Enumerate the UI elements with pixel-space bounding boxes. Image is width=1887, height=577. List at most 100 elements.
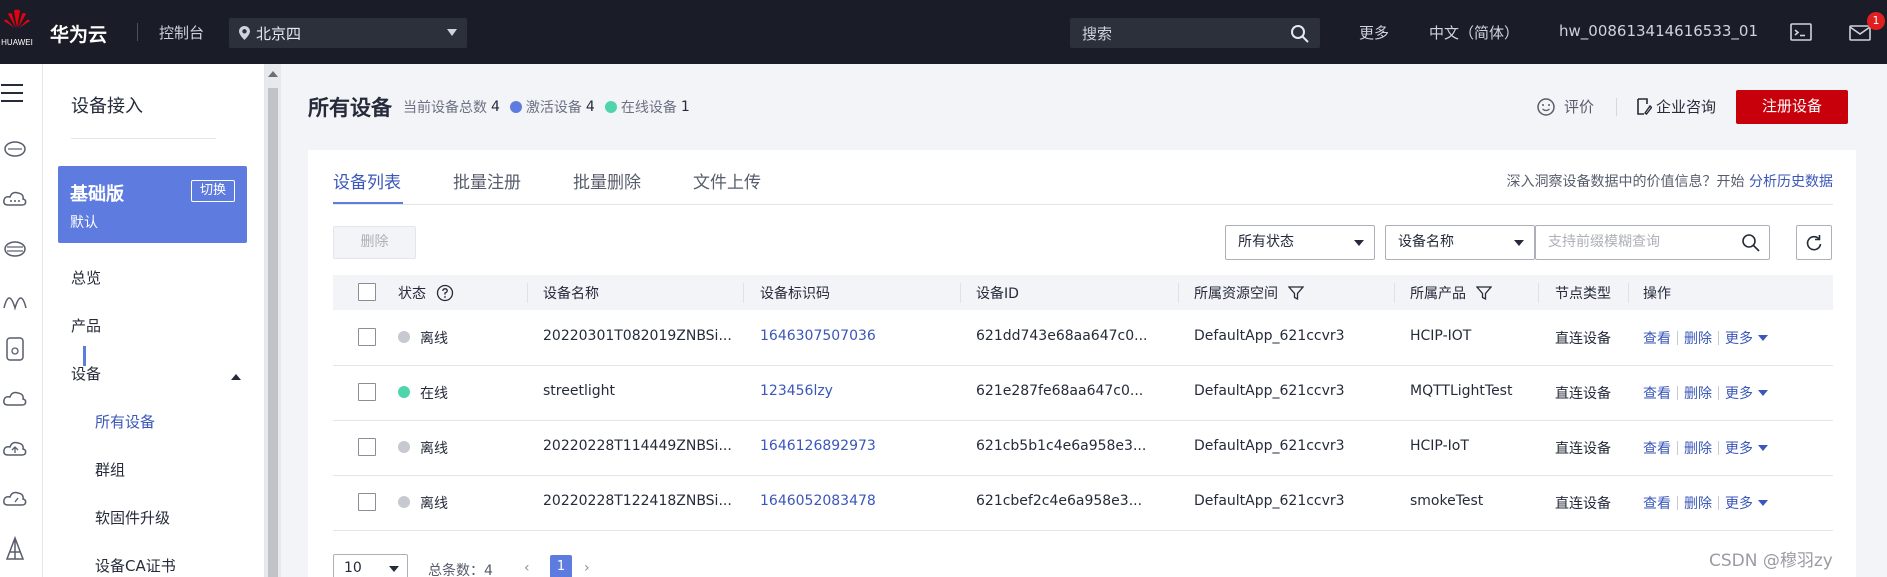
region-selector[interactable]: 北京四 (229, 18, 467, 48)
filter-icon[interactable] (1288, 285, 1304, 301)
sidebar-item-ca-cert[interactable]: 设备CA证书 (95, 555, 176, 576)
column-divider (1394, 283, 1395, 303)
more-link[interactable]: 更多 (1725, 383, 1753, 403)
chevron-left-icon[interactable]: ‹ (524, 560, 530, 576)
delete-link[interactable]: 删除 (1684, 438, 1712, 458)
sidebar-title: 设备接入 (71, 96, 143, 117)
cloud-gauge-icon[interactable] (2, 486, 28, 512)
search-icon[interactable] (1290, 24, 1310, 44)
register-device-button[interactable]: 注册设备 (1736, 90, 1848, 124)
tab-device-list[interactable]: 设备列表 (333, 168, 401, 193)
account-menu[interactable]: hw_008613414616533_01 (1559, 22, 1758, 40)
page-size-value: 10 (344, 560, 362, 576)
chevron-right-icon[interactable]: › (584, 560, 590, 576)
console-link[interactable]: 控制台 (159, 22, 204, 43)
watermark: CSDN @穆羽zy (1709, 551, 1833, 571)
action-divider (1677, 331, 1678, 345)
delete-link[interactable]: 删除 (1684, 383, 1712, 403)
chevron-down-icon[interactable] (1758, 390, 1768, 396)
chevron-up-icon[interactable] (231, 374, 241, 380)
row-checkbox[interactable] (358, 383, 376, 401)
chevron-down-icon[interactable] (1758, 445, 1768, 451)
cloud-server-icon[interactable] (2, 136, 28, 162)
search-icon[interactable] (1741, 233, 1761, 253)
product-name: smokeTest (1410, 493, 1484, 509)
row-checkbox[interactable] (358, 493, 376, 511)
filter-icon[interactable] (1476, 285, 1492, 301)
device-search-input[interactable]: 支持前缀模糊查询 (1535, 225, 1770, 260)
consult-button[interactable]: 企业咨询 (1636, 96, 1716, 117)
tab-batch-delete[interactable]: 批量删除 (573, 168, 641, 193)
view-link[interactable]: 查看 (1643, 328, 1671, 348)
plan-switch-button[interactable]: 切换 (190, 180, 235, 202)
more-menu[interactable]: 更多 (1359, 22, 1389, 43)
page-size-select[interactable]: 10 (333, 554, 408, 577)
chevron-down-icon[interactable] (1758, 335, 1768, 341)
more-link[interactable]: 更多 (1725, 493, 1753, 513)
location-pin-icon (239, 26, 250, 40)
status-filter-select[interactable]: 所有状态 (1225, 225, 1375, 260)
status-dot-icon (398, 386, 410, 398)
bridge-icon[interactable] (2, 286, 28, 312)
sidebar-item-firmware[interactable]: 软固件升级 (95, 507, 170, 528)
help-icon[interactable] (436, 284, 454, 302)
more-link[interactable]: 更多 (1725, 438, 1753, 458)
tab-divider (333, 204, 1833, 205)
sidebar-item-devices[interactable]: 设备 (71, 363, 101, 384)
brand-name[interactable]: 华为云 (50, 20, 107, 47)
column-header-label: 状态 (398, 286, 426, 302)
sidebar-item-overview[interactable]: 总览 (71, 267, 101, 288)
delete-link[interactable]: 删除 (1684, 493, 1712, 513)
column-header-name: 设备名称 (543, 283, 599, 303)
view-link[interactable]: 查看 (1643, 493, 1671, 513)
device-status: 离线 (420, 496, 448, 512)
device-identifier-link[interactable]: 123456lzy (760, 383, 833, 399)
language-selector[interactable]: 中文（简体） (1429, 22, 1519, 43)
analyze-history-link[interactable]: 分析历史数据 (1749, 174, 1833, 190)
view-link[interactable]: 查看 (1643, 438, 1671, 458)
field-filter-select[interactable]: 设备名称 (1385, 225, 1535, 260)
device-identifier-link[interactable]: 1646307507036 (760, 328, 876, 344)
device-status: 离线 (420, 331, 448, 347)
online-devices-value: 1 (680, 99, 690, 115)
device-identifier-link[interactable]: 1646126892973 (760, 438, 876, 454)
device-id: 621dd743e68aa647c0... (976, 328, 1148, 344)
delete-button[interactable]: 删除 (333, 226, 416, 259)
view-link[interactable]: 查看 (1643, 383, 1671, 403)
delete-link[interactable]: 删除 (1684, 328, 1712, 348)
cloud-service-icon[interactable] (2, 386, 28, 412)
row-checkbox[interactable] (358, 328, 376, 346)
terminal-icon[interactable] (1789, 20, 1813, 44)
row-checkbox[interactable] (358, 438, 376, 456)
column-header-label: 设备名称 (543, 286, 599, 302)
chevron-down-icon[interactable] (1758, 500, 1768, 506)
page-number-current[interactable]: 1 (550, 555, 572, 577)
total-count-value: 4 (484, 563, 493, 577)
node-type: 直连设备 (1555, 496, 1611, 512)
menu-icon[interactable] (0, 80, 26, 106)
notification-badge: 1 (1867, 12, 1885, 30)
device-identifier-link[interactable]: 1646052083478 (760, 493, 876, 509)
tab-file-upload[interactable]: 文件上传 (693, 168, 761, 193)
select-all-checkbox[interactable] (358, 283, 376, 301)
scrollbar-thumb[interactable] (268, 88, 278, 577)
review-button[interactable]: 评价 (1536, 96, 1594, 117)
resource-space: DefaultApp_621ccvr3 (1194, 438, 1345, 454)
resource-space: DefaultApp_621ccvr3 (1194, 383, 1345, 399)
tab-batch-register[interactable]: 批量注册 (453, 168, 521, 193)
cloud-upload-icon[interactable] (2, 436, 28, 462)
scroll-up-icon[interactable] (268, 71, 278, 77)
sidebar-item-all-devices[interactable]: 所有设备 (95, 411, 155, 432)
database-icon[interactable] (2, 236, 28, 262)
tower-icon[interactable] (2, 536, 28, 562)
sidebar-item-groups[interactable]: 群组 (95, 459, 125, 480)
more-link[interactable]: 更多 (1725, 328, 1753, 348)
huawei-logo[interactable]: HUAWEI (0, 8, 34, 56)
column-header-space: 所属资源空间 (1194, 283, 1304, 303)
cloud-icon[interactable] (2, 186, 28, 212)
refresh-button[interactable] (1796, 225, 1832, 260)
device-icon[interactable] (2, 336, 28, 362)
row-actions: 查看 删除 更多 (1643, 438, 1768, 458)
sidebar-item-products[interactable]: 产品 (71, 315, 101, 336)
global-search-input[interactable]: 搜索 (1070, 18, 1320, 48)
